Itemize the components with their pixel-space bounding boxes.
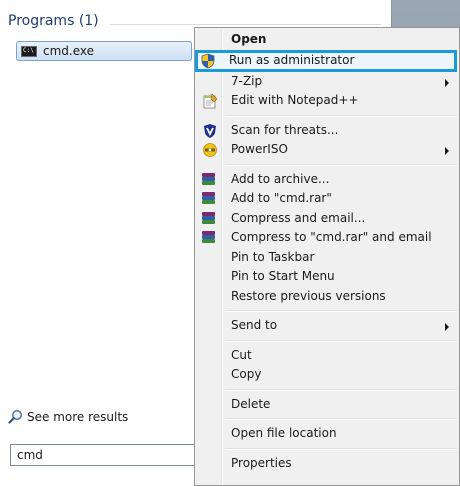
submenu-arrow-icon: [445, 147, 449, 155]
header-divider: [110, 24, 381, 25]
programs-header: Programs (1): [8, 13, 99, 29]
screen: Programs (1) C:\ cmd.exe See more result…: [0, 0, 460, 486]
notepad-plus-icon: [203, 93, 218, 109]
menu-separator: [225, 447, 457, 450]
menu-separator: [225, 114, 457, 117]
menu-item-cut[interactable]: Cut: [197, 346, 457, 366]
menu-item-label: Run as administrator: [229, 52, 355, 67]
antivirus-shield-icon: [204, 123, 216, 138]
winrar-icon: [202, 172, 218, 188]
magnifier-icon: [8, 409, 23, 424]
menu-separator: [225, 163, 457, 166]
menu-item-pin-to-taskbar[interactable]: Pin to Taskbar: [197, 248, 457, 268]
menu-separator: [225, 388, 457, 391]
uac-shield-icon: [201, 53, 215, 68]
winrar-icon: [202, 191, 218, 207]
menu-item-label: Compress and email...: [231, 210, 366, 225]
poweriso-disc-icon: [203, 143, 217, 157]
menu-item-scan-for-threats[interactable]: Scan for threats...: [197, 121, 457, 141]
menu-item-copy[interactable]: Copy: [197, 365, 457, 385]
search-result-cmd[interactable]: C:\ cmd.exe: [16, 41, 192, 61]
menu-item-open[interactable]: Open: [197, 30, 457, 50]
menu-item-7zip[interactable]: 7-Zip: [197, 72, 457, 92]
winrar-icon: [202, 211, 218, 227]
menu-item-add-to-archive[interactable]: Add to archive...: [197, 170, 457, 190]
menu-item-send-to[interactable]: Send to: [197, 316, 457, 336]
menu-item-label: Scan for threats...: [231, 122, 339, 137]
menu-separator: [225, 339, 457, 342]
menu-item-properties[interactable]: Properties: [197, 454, 457, 474]
menu-item-add-to-cmd-rar[interactable]: Add to "cmd.rar": [197, 189, 457, 209]
winrar-icon: [202, 230, 218, 246]
menu-item-label: Edit with Notepad++: [231, 93, 359, 107]
start-search-input[interactable]: [10, 444, 224, 466]
submenu-arrow-icon: [445, 323, 449, 331]
menu-item-label: PowerISO: [231, 142, 288, 156]
menu-separator: [225, 418, 457, 420]
menu-item-label: 7-Zip: [231, 73, 263, 88]
context-menu: Open Run as administrator 7-Zip Edit wit…: [194, 27, 460, 486]
menu-separator: [225, 310, 457, 312]
menu-item-compress-to-cmd-rar-and-email[interactable]: Compress to "cmd.rar" and email: [197, 228, 457, 248]
menu-item-label: Add to archive...: [231, 171, 330, 186]
menu-item-pin-to-start-menu[interactable]: Pin to Start Menu: [197, 267, 457, 287]
submenu-arrow-icon: [445, 78, 449, 87]
menu-item-delete[interactable]: Delete: [197, 395, 457, 415]
menu-item-label: Add to "cmd.rar": [231, 191, 332, 205]
menu-item-label: Send to: [231, 318, 278, 332]
menu-item-poweriso[interactable]: PowerISO: [197, 140, 457, 160]
menu-item-restore-previous-versions[interactable]: Restore previous versions: [197, 287, 457, 307]
search-result-label: cmd.exe: [43, 44, 95, 58]
menu-item-run-as-administrator[interactable]: Run as administrator: [195, 49, 457, 72]
menu-item-edit-with-notepad[interactable]: Edit with Notepad++: [197, 91, 457, 111]
menu-item-open-file-location[interactable]: Open file location: [197, 424, 457, 444]
cmd-icon: C:\: [21, 45, 37, 57]
menu-item-label: Compress to "cmd.rar" and email: [231, 230, 432, 244]
see-more-results-link[interactable]: See more results: [8, 409, 128, 424]
see-more-results-label: See more results: [27, 409, 129, 424]
menu-item-compress-and-email[interactable]: Compress and email...: [197, 209, 457, 229]
